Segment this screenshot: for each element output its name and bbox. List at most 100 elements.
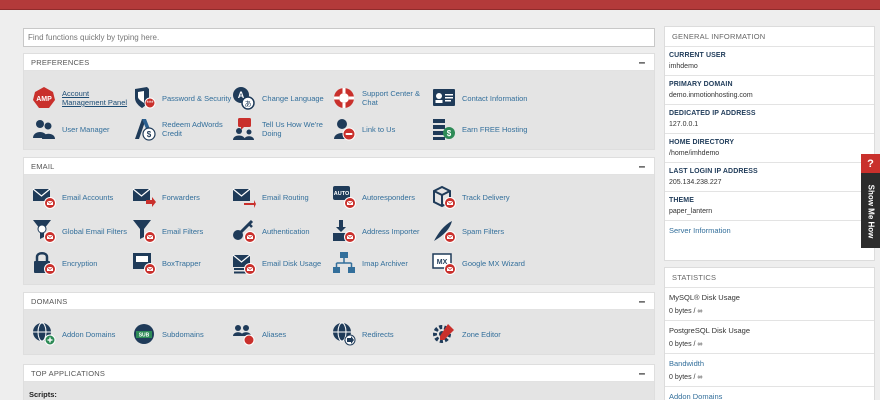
general-information-title: GENERAL INFORMATION bbox=[665, 27, 874, 47]
subdomains-label: Subdomains bbox=[162, 329, 204, 339]
search-input[interactable] bbox=[23, 28, 655, 47]
email-filters-label: Email Filters bbox=[162, 226, 204, 236]
info-label: CURRENT USER bbox=[669, 52, 726, 59]
stat-label: PostgreSQL Disk Usage bbox=[669, 326, 751, 335]
authentication-link[interactable]: Authentication bbox=[232, 219, 332, 243]
help-icon: ? bbox=[861, 154, 880, 173]
tell-us-label: Tell Us How We're Doing bbox=[262, 120, 323, 138]
svg-text:AMP: AMP bbox=[36, 96, 52, 103]
google-mx-wizard-link[interactable]: MX Google MX Wizard bbox=[432, 251, 532, 275]
tell-us-link[interactable]: Tell Us How We're Doing bbox=[232, 117, 332, 141]
boxtrapper-link[interactable]: BoxTrapper bbox=[132, 251, 232, 275]
top-applications-panel: TOP APPLICATIONS – Scripts: bbox=[23, 364, 655, 400]
statistics-panel: STATISTICS MySQL® Disk Usage 0 bytes / ∞… bbox=[664, 267, 875, 400]
general-information-panel: GENERAL INFORMATION CURRENT USER imhdemo… bbox=[664, 26, 875, 261]
stat-value: 0 bytes / ∞ bbox=[669, 374, 703, 381]
dedicated-ip-row: DEDICATED IP ADDRESS 127.0.0.1 bbox=[665, 105, 874, 134]
show-me-how-tab[interactable]: ? Show Me How bbox=[861, 154, 880, 248]
link-to-us-label: Link to Us bbox=[362, 124, 396, 134]
addon-domains-link[interactable]: Addon Domains bbox=[32, 322, 132, 346]
encryption-link[interactable]: Encryption bbox=[32, 251, 132, 275]
top-header-bar bbox=[0, 0, 880, 10]
track-delivery-link[interactable]: Track Delivery bbox=[432, 185, 532, 209]
info-value: imhdemo bbox=[669, 63, 698, 70]
stat-value: 0 bytes / ∞ bbox=[669, 308, 703, 315]
link-to-us-link[interactable]: Link to Us bbox=[332, 117, 432, 141]
spam-filters-link[interactable]: Spam Filters bbox=[432, 219, 532, 243]
boxtrapper-label: BoxTrapper bbox=[162, 258, 201, 268]
address-importer-label: Address Importer bbox=[362, 226, 420, 236]
bandwidth-link[interactable]: Bandwidth bbox=[669, 359, 870, 368]
boxtrapper-icon bbox=[132, 251, 156, 275]
addon-domains-stat-link[interactable]: Addon Domains bbox=[669, 392, 870, 400]
zone-editor-link[interactable]: Zone Editor bbox=[432, 322, 532, 346]
preferences-panel-header: PREFERENCES – bbox=[24, 54, 654, 71]
email-routing-link[interactable]: Email Routing bbox=[232, 185, 332, 209]
earn-free-hosting-label: Earn FREE Hosting bbox=[462, 124, 528, 134]
subdomains-link[interactable]: SUB Subdomains bbox=[132, 322, 232, 346]
language-icon: Aあ bbox=[232, 86, 256, 110]
user-manager-link[interactable]: User Manager bbox=[32, 117, 132, 141]
show-me-how-label-wrap: Show Me How bbox=[862, 178, 879, 244]
scripts-label: Scripts: bbox=[29, 390, 57, 399]
address-importer-link[interactable]: Address Importer bbox=[332, 219, 432, 243]
preferences-title: PREFERENCES bbox=[31, 57, 90, 67]
imap-archiver-label: Imap Archiver bbox=[362, 258, 408, 268]
email-accounts-link[interactable]: Email Accounts bbox=[32, 185, 132, 209]
key-icon bbox=[232, 219, 256, 243]
importer-icon bbox=[332, 219, 356, 243]
stat-value: 0 bytes / ∞ bbox=[669, 341, 703, 348]
imap-archiver-link[interactable]: Imap Archiver bbox=[332, 251, 432, 275]
collapse-icon[interactable]: – bbox=[637, 367, 647, 379]
global-filter-icon bbox=[32, 219, 56, 243]
collapse-icon[interactable]: – bbox=[637, 160, 647, 172]
google-mx-wizard-label: Google MX Wizard bbox=[462, 258, 525, 268]
link-icon bbox=[332, 117, 356, 141]
contact-information-label: Contact Information bbox=[462, 93, 528, 103]
support-center-link[interactable]: Support Center & Chat bbox=[332, 86, 432, 110]
email-filter-icon bbox=[132, 219, 156, 243]
info-label: HOME DIRECTORY bbox=[669, 139, 735, 146]
addon-domains-row: Addon Domains bbox=[665, 387, 874, 400]
track-delivery-icon bbox=[432, 185, 456, 209]
account-management-panel-link[interactable]: AMP Account Management Panel bbox=[32, 86, 132, 110]
subdomain-icon: SUB bbox=[132, 322, 156, 346]
email-accounts-label: Email Accounts bbox=[62, 192, 114, 202]
email-disk-usage-link[interactable]: Email Disk Usage bbox=[232, 251, 332, 275]
info-label: THEME bbox=[669, 197, 694, 204]
redeem-adwords-label: Redeem AdWords Credit bbox=[162, 120, 223, 138]
aliases-link[interactable]: Aliases bbox=[232, 322, 332, 346]
feedback-icon bbox=[232, 117, 256, 141]
global-email-filters-label: Global Email Filters bbox=[62, 226, 128, 236]
email-disk-usage-label: Email Disk Usage bbox=[262, 258, 322, 268]
addon-domains-label: Addon Domains bbox=[62, 329, 116, 339]
aliases-label: Aliases bbox=[262, 329, 287, 339]
collapse-icon[interactable]: – bbox=[637, 56, 647, 68]
global-email-filters-link[interactable]: Global Email Filters bbox=[32, 219, 132, 243]
info-label: LAST LOGIN IP ADDRESS bbox=[669, 168, 758, 175]
contact-information-link[interactable]: Contact Information bbox=[432, 86, 532, 110]
server-information-link[interactable]: Server Information bbox=[665, 221, 874, 240]
top-applications-title: TOP APPLICATIONS bbox=[31, 368, 106, 378]
track-delivery-label: Track Delivery bbox=[462, 192, 510, 202]
current-user-row: CURRENT USER imhdemo bbox=[665, 47, 874, 76]
show-me-how-label: Show Me How bbox=[866, 184, 875, 238]
change-language-link[interactable]: Aあ Change Language bbox=[232, 86, 332, 110]
earn-free-hosting-link[interactable]: $ Earn FREE Hosting bbox=[432, 117, 532, 141]
theme-row: THEME paper_lantern bbox=[665, 192, 874, 221]
bandwidth-row: Bandwidth 0 bytes / ∞ bbox=[665, 354, 874, 387]
autoresponders-link[interactable]: AUTO Autoresponders bbox=[332, 185, 432, 209]
redirects-link[interactable]: Redirects bbox=[332, 322, 432, 346]
contact-card-icon bbox=[432, 86, 456, 110]
mysql-disk-usage-row: MySQL® Disk Usage 0 bytes / ∞ bbox=[665, 288, 874, 321]
redeem-adwords-link[interactable]: $ Redeem AdWords Credit bbox=[132, 117, 232, 141]
collapse-icon[interactable]: – bbox=[637, 295, 647, 307]
user-manager-label: User Manager bbox=[62, 124, 110, 134]
forwarders-link[interactable]: Forwarders bbox=[132, 185, 232, 209]
amp-icon: AMP bbox=[32, 86, 56, 110]
info-value: 205.134.238.227 bbox=[669, 179, 722, 186]
info-label: PRIMARY DOMAIN bbox=[669, 81, 733, 88]
email-filters-link[interactable]: Email Filters bbox=[132, 219, 232, 243]
password-security-link[interactable]: *** Password & Security bbox=[132, 86, 232, 110]
last-login-ip-row: LAST LOGIN IP ADDRESS 205.134.238.227 bbox=[665, 163, 874, 192]
